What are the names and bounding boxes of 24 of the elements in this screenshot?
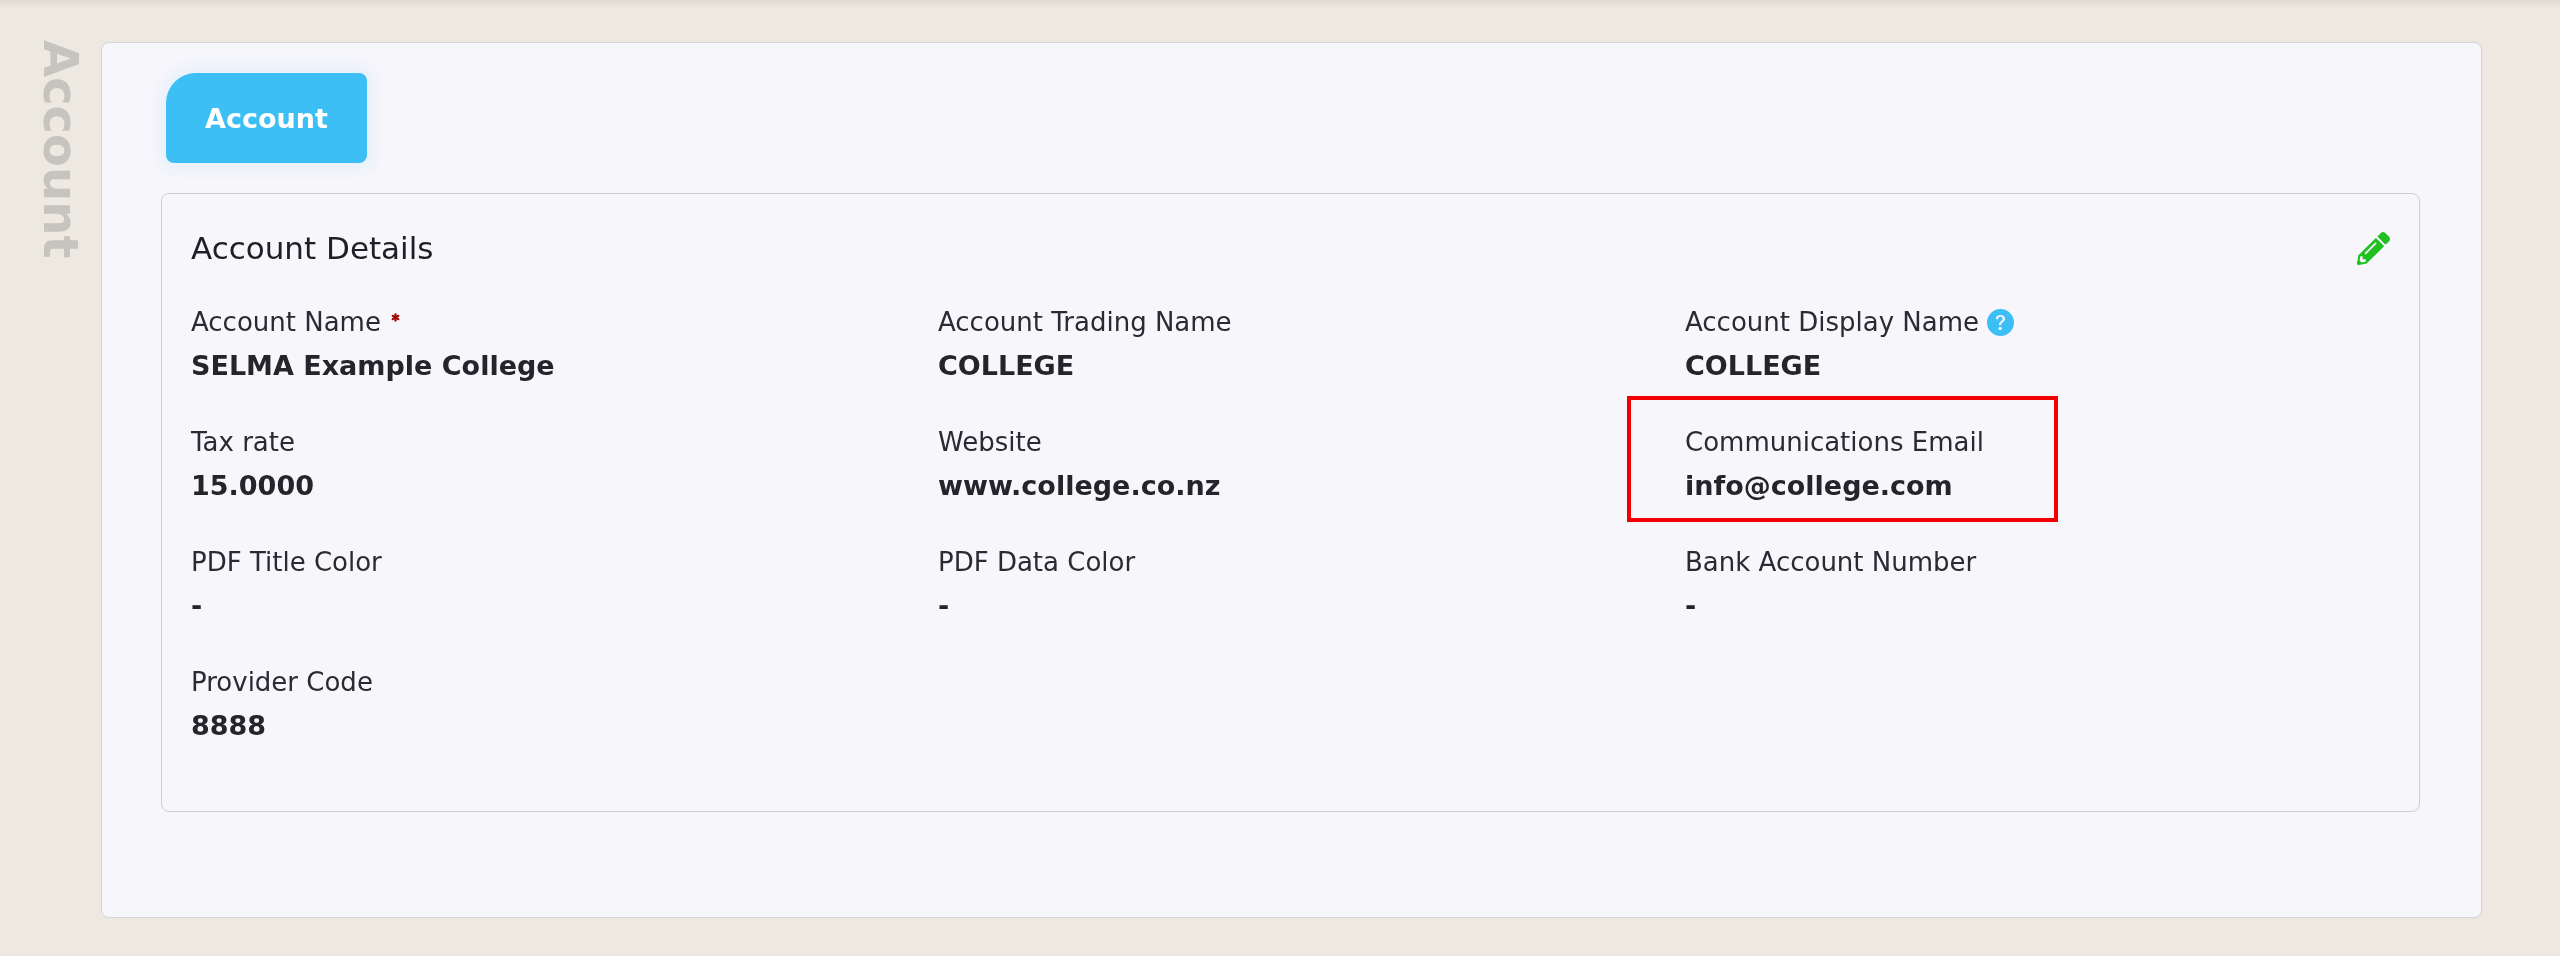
- field-value: COLLEGE: [938, 349, 1075, 383]
- field-label: Communications Email: [1685, 426, 1984, 459]
- card-title: Account Details: [191, 230, 434, 267]
- field-label: Tax rate: [191, 426, 295, 459]
- field-label: Account Trading Name: [938, 306, 1232, 339]
- field-value: -: [938, 589, 950, 623]
- field-label: Bank Account Number: [1685, 546, 1977, 579]
- field-label: Provider Code: [191, 666, 373, 699]
- field-value: -: [191, 589, 203, 623]
- field-label: Website: [938, 426, 1042, 459]
- field-label: Account Display Name: [1685, 306, 1980, 339]
- field-value: 15.0000: [191, 469, 314, 503]
- field-label: Account Name: [191, 306, 381, 339]
- pencil-icon[interactable]: [2357, 232, 2390, 265]
- field-value: info@college.com: [1685, 469, 1953, 503]
- field-label: PDF Title Color: [191, 546, 382, 579]
- field-value: SELMA Example College: [191, 349, 555, 383]
- question-mark-icon[interactable]: [1987, 308, 2015, 336]
- field-value: 8888: [191, 709, 267, 743]
- field-value: -: [1685, 589, 1697, 623]
- field-value: COLLEGE: [1685, 349, 1822, 383]
- field-value: www.college.co.nz: [938, 469, 1221, 503]
- field-label: PDF Data Color: [938, 546, 1136, 579]
- tab[interactable]: Account: [166, 73, 367, 163]
